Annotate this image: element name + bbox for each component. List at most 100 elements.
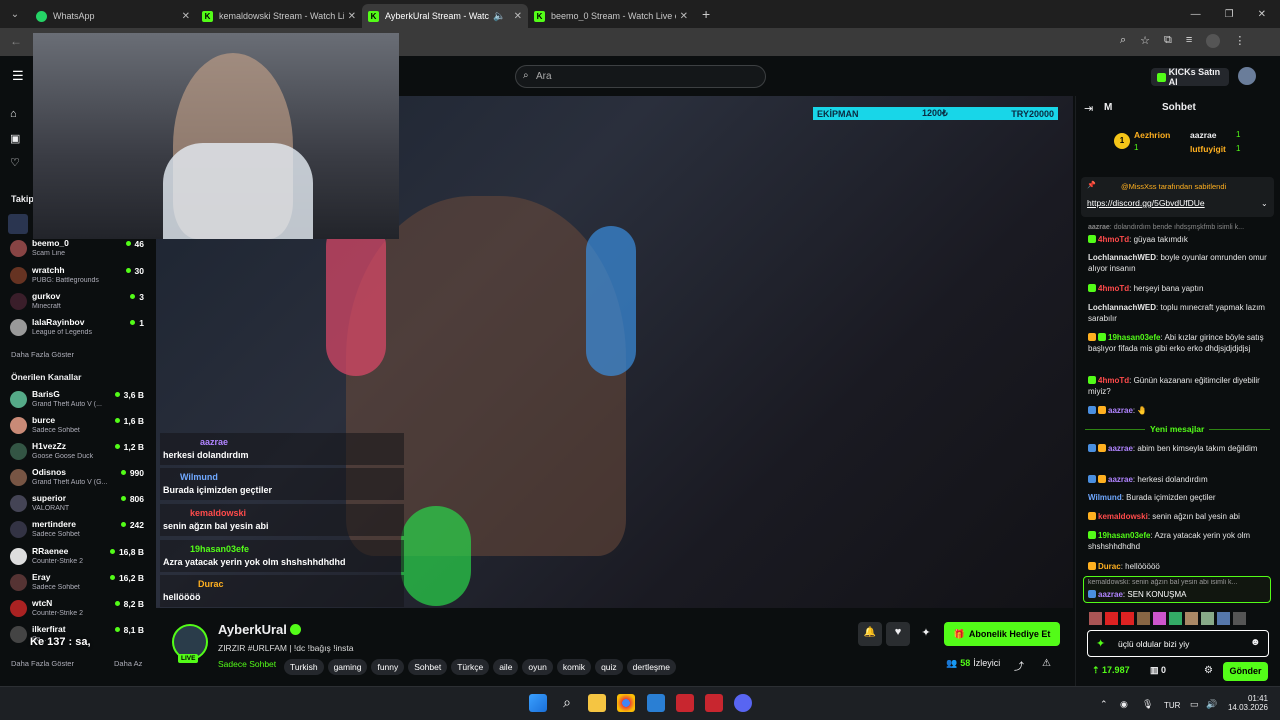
tag[interactable]: Türkçe — [451, 659, 490, 675]
emote-icon[interactable] — [1233, 612, 1246, 625]
voicemeeter-icon[interactable] — [705, 694, 723, 712]
close-tab-icon[interactable]: ✕ — [182, 11, 190, 22]
tag[interactable]: aile — [493, 659, 519, 675]
emote-icon[interactable] — [1089, 612, 1102, 625]
tab-kemaldowski[interactable]: K kemaldowski Stream - Watch Li ✕ — [196, 4, 362, 28]
followed-channel[interactable]: beemo_0 Scam Line 46 — [8, 238, 148, 262]
close-tab-icon[interactable]: ✕ — [514, 11, 522, 22]
close-tab-icon[interactable]: ✕ — [348, 11, 356, 22]
recommended-channel[interactable]: wtcN Counter-Strike 2 8,2 B — [8, 598, 148, 622]
chat-user[interactable]: aazrae — [1108, 406, 1133, 415]
following-heart-icon[interactable]: ♡ — [10, 156, 20, 169]
chat-user[interactable]: aazrae — [1108, 444, 1133, 453]
discord-icon[interactable] — [734, 694, 752, 712]
search-input[interactable]: ⌕ Ara — [515, 65, 766, 88]
chat-user[interactable]: aazrae — [1098, 590, 1123, 599]
chat-user[interactable]: Durac — [1098, 562, 1121, 571]
browse-icon[interactable]: ▣ — [10, 132, 20, 145]
recommended-channel[interactable]: Odisnos Grand Theft Auto V (G... 990 — [8, 467, 148, 491]
followed-channel[interactable]: lalaRayinbov League of Legends 1 — [8, 317, 148, 341]
taskbar-search-icon[interactable]: ⌕ — [558, 694, 576, 712]
emote-icon[interactable] — [1153, 612, 1166, 625]
tag[interactable]: funny — [371, 659, 405, 675]
voicemeeter-icon[interactable] — [676, 694, 694, 712]
chat-user[interactable]: 4hmoTd — [1098, 284, 1129, 293]
close-tab-icon[interactable]: ✕ — [680, 11, 688, 22]
emote-icon[interactable] — [1169, 612, 1182, 625]
hamburger-menu-icon[interactable]: ☰ — [12, 68, 24, 84]
taskbar-clock[interactable]: 01:41 14.03.2026 — [1228, 694, 1268, 712]
volume-icon[interactable]: 🔊 — [1206, 699, 1217, 710]
chrome-icon[interactable] — [617, 694, 635, 712]
recommended-channel[interactable]: burce Sadece Sohbet 1,6 B — [8, 415, 148, 439]
kicks-balance[interactable]: ⇡ 17.987 — [1092, 665, 1130, 676]
recommended-channel[interactable]: H1vezZz Goose Goose Duck 1,2 B — [8, 441, 148, 465]
sparkle-icon[interactable]: ✦ — [1096, 637, 1105, 650]
tag[interactable]: Sohbet — [408, 659, 448, 675]
chat-user[interactable]: LochlannachWED — [1088, 253, 1156, 262]
file-explorer-icon[interactable] — [588, 694, 606, 712]
recommended-channel[interactable]: mertindere Sadece Sohbet 242 — [8, 519, 148, 543]
tag[interactable]: gaming — [327, 659, 368, 675]
sparkle-icon[interactable]: ✦ — [914, 622, 938, 646]
bookmark-star-icon[interactable]: ☆ — [1140, 34, 1150, 48]
show-less-link[interactable]: Daha Az — [114, 659, 142, 668]
recommended-channel[interactable]: superior VALORANT 806 — [8, 493, 148, 517]
top-gifter-name[interactable]: lutfuyigit — [1190, 144, 1226, 154]
chat-user[interactable]: Wilmund — [1088, 493, 1122, 502]
user-avatar[interactable] — [1238, 67, 1256, 85]
top-gifter-name[interactable]: Aezhrion — [1134, 130, 1170, 140]
chat-settings-gear-icon[interactable]: ⚙ — [1204, 665, 1213, 676]
mod-icon[interactable]: M — [1104, 102, 1112, 113]
top-gifter-name[interactable]: aazrae — [1190, 130, 1216, 140]
followed-channel[interactable]: gurkov Minecraft 3 — [8, 291, 148, 315]
tray-gamepad-icon[interactable]: ◉ — [1120, 699, 1128, 710]
network-icon[interactable]: ▭ — [1190, 699, 1199, 710]
profile-avatar[interactable] — [1206, 34, 1221, 48]
emote-icon[interactable] — [1137, 612, 1150, 625]
recommended-channel[interactable]: Eray Sadece Sohbet 16,2 B — [8, 572, 148, 596]
flag-icon[interactable] — [1105, 612, 1118, 625]
chat-user[interactable]: kemaldowski — [1098, 512, 1148, 521]
share-icon[interactable]: ⤴ — [1014, 658, 1024, 673]
pinned-link[interactable]: https://discord.gg/5GbvdUfDUe — [1087, 198, 1205, 208]
windows-start-icon[interactable] — [529, 694, 547, 712]
tag[interactable]: dertleşme — [626, 659, 676, 675]
new-tab-button[interactable]: + — [702, 6, 710, 22]
flag-icon[interactable] — [1121, 612, 1134, 625]
recommended-channel[interactable]: RRaenee Counter-Strike 2 16,8 B — [8, 546, 148, 570]
streamer-name[interactable]: AyberkUral — [218, 622, 287, 637]
emoji-icon[interactable]: ☻ — [1250, 637, 1261, 648]
tab-ayberkural[interactable]: K AyberkUral Stream - Watch 🔈 ✕ — [362, 4, 528, 28]
chat-user[interactable]: 19hasan03efe — [1108, 333, 1160, 342]
home-icon[interactable]: ⌂ — [10, 108, 17, 120]
chat-user[interactable]: LochlannachWED — [1088, 303, 1156, 312]
speaker-icon[interactable]: 🔈 — [493, 11, 505, 22]
emote-icon[interactable] — [1185, 612, 1198, 625]
chat-user[interactable]: 4hmoTd — [1098, 376, 1129, 385]
input-language[interactable]: TUR — [1164, 701, 1180, 710]
photos-icon[interactable] — [647, 694, 665, 712]
extensions-icon[interactable]: ⧉ — [1164, 34, 1172, 48]
followed-channel[interactable]: wratchh PUBG: Battlegrounds 30 — [8, 265, 148, 289]
channel-points[interactable]: ▥ 0 — [1150, 665, 1166, 676]
tag[interactable]: komik — [556, 659, 592, 675]
gift-subscription-button[interactable]: 🎁 Abonelik Hediye Et — [944, 622, 1060, 646]
tag[interactable]: oyun — [522, 659, 553, 675]
restore-icon[interactable]: ❐ — [1225, 9, 1234, 20]
collapse-chat-icon[interactable]: ⇥ — [1084, 102, 1093, 115]
show-more-recommended-link[interactable]: Daha Fazla Göster — [11, 659, 74, 668]
tab-whatsapp[interactable]: WhatsApp ✕ — [30, 4, 196, 28]
microphone-icon[interactable]: 🎙 — [1142, 699, 1153, 710]
expand-pin-icon[interactable]: ⌄ — [1261, 199, 1268, 208]
close-window-icon[interactable]: ✕ — [1258, 9, 1266, 20]
chat-user[interactable]: aazrae — [1108, 475, 1133, 484]
show-more-link[interactable]: Daha Fazla Göster — [11, 350, 74, 359]
tray-chevron-icon[interactable]: ⌃ — [1100, 699, 1108, 710]
following-channel-thumb[interactable] — [8, 214, 28, 234]
menu-kebab-icon[interactable]: ⋮ — [1234, 34, 1245, 48]
notification-bell-icon[interactable]: 🔔 — [858, 622, 882, 646]
recommended-channel[interactable]: BarisG Grand Theft Auto V (... 3,6 B — [8, 389, 148, 413]
tab-beemo[interactable]: K beemo_0 Stream - Watch Live c ✕ — [528, 4, 694, 28]
tag[interactable]: Turkish — [284, 659, 324, 675]
